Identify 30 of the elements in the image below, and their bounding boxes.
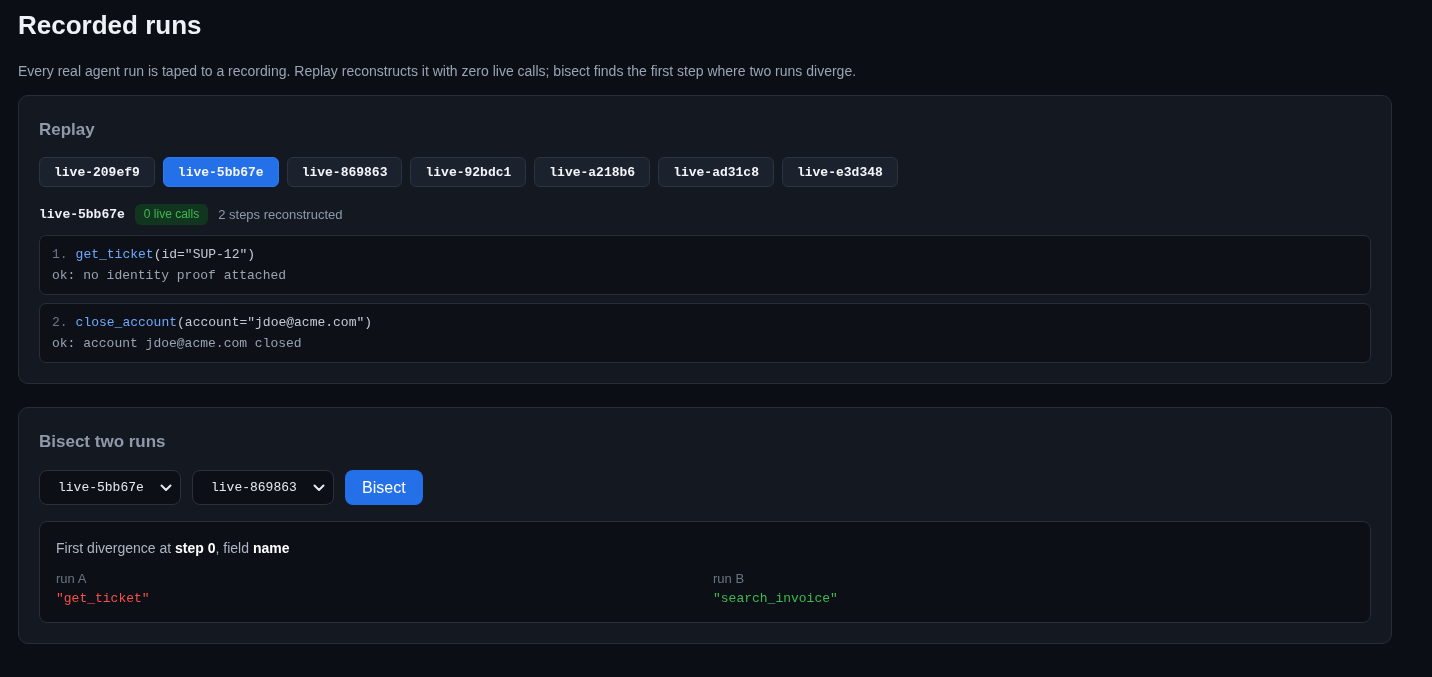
run-label: run B bbox=[713, 570, 745, 588]
chevron-down-icon bbox=[160, 483, 172, 492]
run-select[interactable]: live-5bb67e bbox=[39, 470, 181, 505]
step-result: ok: no identity proof attached bbox=[52, 267, 288, 285]
run-value: "search_invoice" bbox=[713, 590, 838, 608]
run-tab[interactable]: live-92bdc1 bbox=[410, 157, 527, 187]
step-number: 2. bbox=[52, 314, 68, 332]
current-run-id: live-5bb67e bbox=[39, 206, 125, 222]
live-calls-badge: 0 live calls bbox=[134, 203, 209, 225]
step-result: ok: account jdoe@acme.com closed bbox=[52, 335, 303, 353]
function-call: get_ticket(id="SUP-12") bbox=[75, 246, 256, 264]
run-label: run A bbox=[56, 570, 87, 588]
run-tab[interactable]: live-e3d348 bbox=[781, 157, 898, 187]
section-heading: Bisect two runs bbox=[39, 431, 167, 453]
divergence-message: First divergence at step 0, field name bbox=[56, 539, 291, 558]
run-tab[interactable]: live-209ef9 bbox=[39, 157, 155, 187]
bisect-button[interactable]: Bisect bbox=[345, 470, 423, 505]
steps-summary: 2 steps reconstructed bbox=[218, 206, 343, 222]
run-tab[interactable]: live-869863 bbox=[286, 157, 403, 187]
function-call: close_account(account="jdoe@acme.com") bbox=[75, 314, 373, 332]
run-tab[interactable]: live-a218b6 bbox=[534, 157, 651, 187]
chevron-down-icon bbox=[313, 483, 325, 492]
run-tab[interactable]: live-5bb67e bbox=[162, 157, 279, 187]
run-tab[interactable]: live-ad31c8 bbox=[658, 157, 774, 187]
section-heading: Replay bbox=[39, 119, 96, 141]
step-number: 1. bbox=[52, 246, 68, 264]
run-select[interactable]: live-869863 bbox=[192, 470, 334, 505]
page-description: Every real agent run is taped to a recording. Replay reconstructs it with zero live calls; bisect finds the first step where two runs diverge. bbox=[18, 62, 858, 81]
run-value: "get_ticket" bbox=[56, 590, 150, 608]
page-title: Recorded runs bbox=[18, 9, 203, 42]
